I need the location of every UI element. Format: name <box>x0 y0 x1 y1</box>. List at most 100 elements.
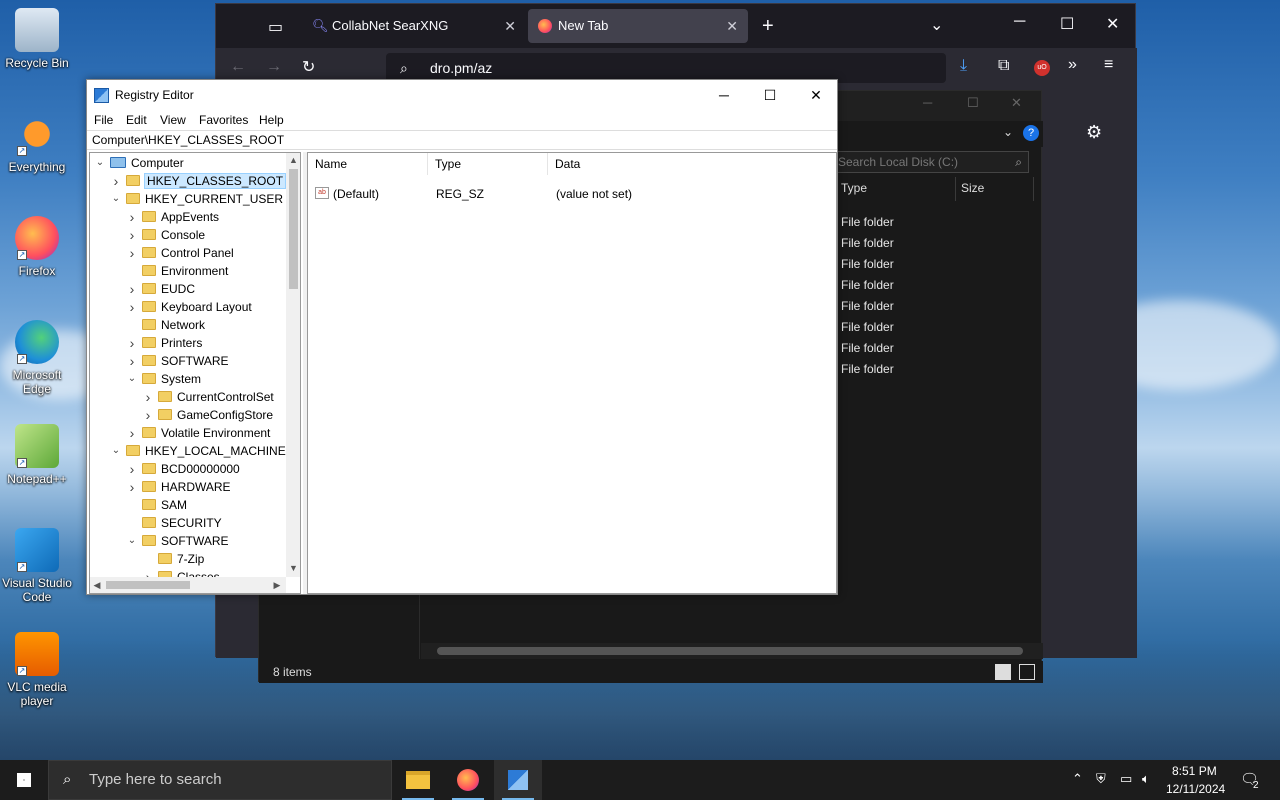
column-header-type[interactable]: Type <box>841 181 867 195</box>
tree-hscrollbar[interactable]: ◀ ▶ <box>90 577 286 593</box>
value-data[interactable]: (value not set) <box>556 185 632 203</box>
chevron-right-icon[interactable]: › <box>126 208 138 226</box>
desktop-icon-notepad-plus-plus[interactable]: ↗ Notepad++ <box>0 424 74 486</box>
tab-collabnet-searxng[interactable]: 🔍︎ CollabNet SearXNG ✕ <box>302 9 526 43</box>
chevron-right-icon[interactable]: › <box>142 388 154 406</box>
chevron-down-icon[interactable]: ⌄ <box>126 370 138 388</box>
chevron-down-icon[interactable]: ⌄ <box>110 442 122 460</box>
taskbar-file-explorer[interactable] <box>394 760 442 800</box>
minimize-icon[interactable]: ─ <box>701 80 747 110</box>
menu-view[interactable]: View <box>160 110 186 130</box>
chevron-down-icon[interactable]: ⌄ <box>94 154 106 172</box>
tree-node[interactable]: › Printers <box>130 334 203 352</box>
chevron-right-icon[interactable]: › <box>142 406 154 424</box>
start-button[interactable] <box>0 760 48 800</box>
desktop-icon-vlc[interactable]: ↗ VLC media player <box>0 632 74 708</box>
tree-node[interactable]: ⌄ Computer <box>96 154 184 172</box>
close-icon[interactable]: ✕ <box>793 80 839 110</box>
security-icon[interactable]: ⛨ <box>1096 771 1106 787</box>
volume-icon[interactable]: 🔈︎ <box>1142 771 1150 787</box>
taskbar-firefox[interactable] <box>444 760 492 800</box>
firefox-view-icon[interactable]: ▭ <box>268 17 283 37</box>
chevron-right-icon[interactable]: › <box>126 352 138 370</box>
scrollbar-thumb[interactable] <box>289 169 298 289</box>
clock-time[interactable]: 8:51 PM <box>1172 764 1217 778</box>
overflow-menu-icon[interactable]: » <box>1068 56 1077 74</box>
details-view-icon[interactable] <box>995 664 1011 680</box>
tree-node[interactable]: SAM <box>142 496 187 514</box>
chevron-right-icon[interactable]: › <box>126 298 138 316</box>
tree-node[interactable]: Network <box>142 316 205 334</box>
chevron-right-icon[interactable]: › <box>110 172 122 190</box>
table-row[interactable]: File folder <box>841 362 894 376</box>
value-name[interactable]: (Default) <box>333 185 379 203</box>
ublock-icon[interactable]: uO <box>1034 60 1050 76</box>
chevron-right-icon[interactable]: › <box>126 226 138 244</box>
table-row[interactable]: File folder <box>841 215 894 229</box>
maximize-icon[interactable]: ☐ <box>747 80 793 110</box>
tree-node[interactable]: ⌄ SOFTWARE <box>128 532 229 550</box>
tree-node[interactable]: › AppEvents <box>130 208 219 226</box>
scroll-up-icon[interactable]: ▲ <box>286 153 300 167</box>
column-header-data[interactable]: Data <box>548 153 838 175</box>
list-all-tabs-icon[interactable]: ⌄ <box>930 15 943 35</box>
tree-node[interactable]: › GameConfigStore <box>146 406 273 424</box>
chevron-right-icon[interactable]: › <box>126 424 138 442</box>
address-bar[interactable]: Computer\HKEY_CLASSES_ROOT <box>87 130 837 150</box>
value-type[interactable]: REG_SZ <box>436 185 484 203</box>
maximize-icon[interactable]: ☐ <box>1060 14 1074 34</box>
menu-edit[interactable]: Edit <box>126 110 147 130</box>
app-menu-icon[interactable]: ≡ <box>1104 56 1113 74</box>
extensions-icon[interactable]: ⧉ <box>998 57 1009 75</box>
taskbar-search-input[interactable]: ⌕ Type here to search <box>48 760 392 800</box>
desktop-icon-firefox[interactable]: ↗ Firefox <box>0 216 74 278</box>
table-row[interactable]: File folder <box>841 278 894 292</box>
tree-node[interactable]: › HKEY_CLASSES_ROOT <box>114 172 287 190</box>
large-icons-view-icon[interactable] <box>1019 664 1035 680</box>
tree-node[interactable]: 7-Zip <box>158 550 204 568</box>
scroll-right-icon[interactable]: ▶ <box>270 577 284 593</box>
menu-help[interactable]: Help <box>259 110 284 130</box>
network-icon[interactable]: ▭ <box>1120 771 1132 787</box>
minimize-icon[interactable]: ─ <box>1014 13 1025 31</box>
explorer-search-input[interactable]: Search Local Disk (C:) ⌕ <box>835 151 1029 173</box>
tree-node[interactable]: ⌄ HKEY_CURRENT_USER <box>112 190 283 208</box>
tree-node[interactable]: › Volatile Environment <box>130 424 271 442</box>
chevron-right-icon[interactable]: › <box>126 280 138 298</box>
table-row[interactable]: File folder <box>841 236 894 250</box>
tree-node[interactable]: › HARDWARE <box>130 478 231 496</box>
help-icon[interactable]: ? <box>1023 125 1039 141</box>
tab-new-tab[interactable]: New Tab ✕ <box>528 9 748 43</box>
clock-date[interactable]: 12/11/2024 <box>1166 782 1225 796</box>
tree-node[interactable]: › SOFTWARE <box>130 352 229 370</box>
column-header-name[interactable]: Name <box>308 153 428 175</box>
new-tab-icon[interactable]: + <box>762 15 774 38</box>
scroll-left-icon[interactable]: ◀ <box>90 577 104 593</box>
tree-node[interactable]: ⌄ HKEY_LOCAL_MACHINE <box>112 442 286 460</box>
desktop-icon-everything-search[interactable]: ↗ Everything <box>0 112 74 174</box>
desktop-icon-vscode[interactable]: ↗ Visual Studio Code <box>0 528 74 604</box>
explorer-hscrollbar[interactable] <box>421 643 1043 659</box>
tree-node[interactable]: › CurrentControlSet <box>146 388 274 406</box>
back-icon[interactable]: ← <box>230 58 246 76</box>
table-row[interactable]: File folder <box>841 341 894 355</box>
chevron-right-icon[interactable]: › <box>126 334 138 352</box>
chevron-right-icon[interactable]: › <box>126 478 138 496</box>
table-row[interactable]: File folder <box>841 320 894 334</box>
desktop-icon-edge[interactable]: ↗ Microsoft Edge <box>0 320 74 396</box>
scrollbar-thumb[interactable] <box>106 581 190 589</box>
menu-file[interactable]: File <box>94 110 113 130</box>
reload-icon[interactable]: ↻ <box>302 57 315 77</box>
column-header-size[interactable]: Size <box>961 181 984 195</box>
column-header-type[interactable]: Type <box>428 153 548 175</box>
gear-icon[interactable]: ⚙ <box>1086 122 1102 143</box>
table-row[interactable]: File folder <box>841 257 894 271</box>
tree-node[interactable]: › Control Panel <box>130 244 234 262</box>
tree-node[interactable]: › EUDC <box>130 280 195 298</box>
chevron-down-icon[interactable]: ⌄ <box>126 532 138 550</box>
chevron-right-icon[interactable]: › <box>126 244 138 262</box>
chevron-right-icon[interactable]: › <box>126 460 138 478</box>
tree-node[interactable]: › BCD00000000 <box>130 460 240 478</box>
maximize-icon[interactable]: ☐ <box>967 95 979 111</box>
tree-vscrollbar[interactable]: ▲ ▼ <box>286 153 300 577</box>
